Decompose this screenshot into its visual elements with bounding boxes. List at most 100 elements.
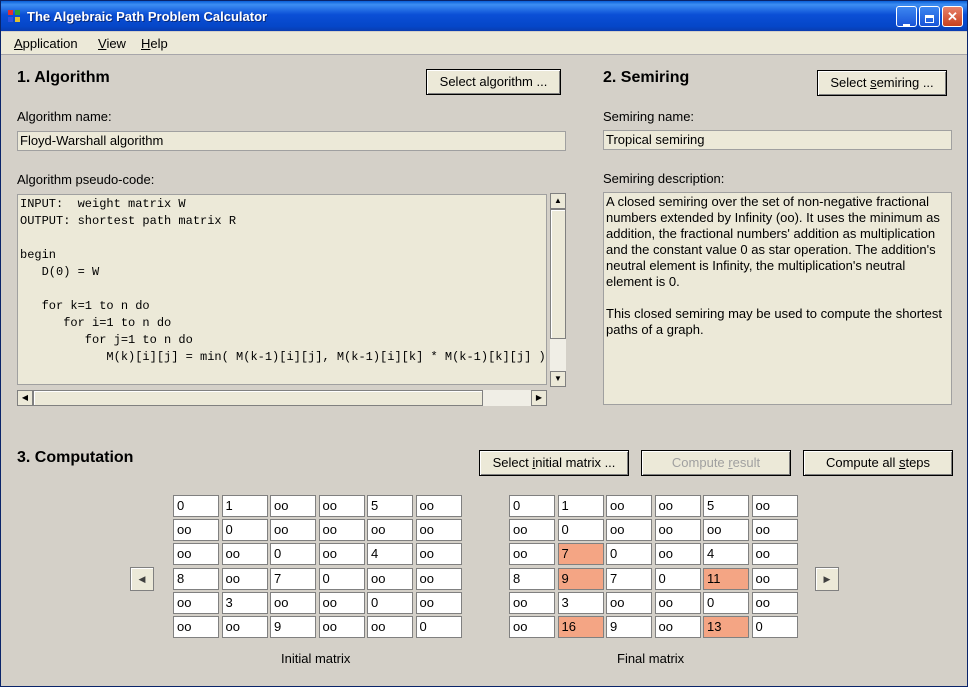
matrix-cell[interactable]: 11 [703,567,749,590]
matrix-cell[interactable]: 5 [703,495,749,517]
matrix-cell[interactable]: 7 [606,567,652,590]
scroll-up-arrow-icon[interactable]: ▲ [550,193,566,209]
matrix-cell[interactable]: oo [415,567,462,590]
matrix-cell[interactable]: oo [751,543,798,566]
matrix-cell[interactable]: oo [270,591,316,614]
vertical-scroll-thumb[interactable] [550,209,566,339]
previous-step-button[interactable]: ◀ [130,567,154,591]
matrix-cell[interactable]: oo [606,591,652,614]
matrix-cell[interactable]: 8 [173,567,219,590]
compute-all-steps-button[interactable]: Compute all steps [803,450,953,476]
matrix-cell[interactable]: oo [415,495,462,517]
matrix-cell[interactable]: 1 [221,495,268,517]
semiring-name-field[interactable]: Tropical semiring [603,130,952,150]
matrix-cell[interactable]: oo [654,519,701,542]
matrix-cell[interactable]: oo [367,519,413,542]
matrix-cell[interactable]: oo [703,519,749,542]
matrix-cell[interactable]: 0 [606,543,652,566]
matrix-cell[interactable]: oo [509,591,555,614]
matrix-cell[interactable]: oo [509,543,555,566]
matrix-cell[interactable]: 0 [703,591,749,614]
matrix-cell[interactable]: 8 [509,567,555,590]
matrix-cell[interactable]: oo [367,567,413,590]
matrix-cell[interactable]: 0 [415,616,462,638]
matrix-cell[interactable]: oo [654,591,701,614]
matrix-cell[interactable]: 0 [751,616,798,638]
matrix-cell[interactable]: 16 [557,616,604,638]
matrix-cell[interactable]: oo [318,519,365,542]
matrix-cell[interactable]: oo [751,519,798,542]
matrix-cell[interactable]: oo [173,616,219,638]
matrix-cell[interactable]: oo [751,567,798,590]
matrix-cell[interactable]: 4 [703,543,749,566]
matrix-cell[interactable]: 13 [703,616,749,638]
matrix-cell[interactable]: oo [221,567,268,590]
matrix-cell[interactable]: oo [173,591,219,614]
title-bar[interactable]: The Algebraic Path Problem Calculator ✕ [1,1,967,31]
matrix-cell[interactable]: 9 [557,567,604,590]
pseudocode-vertical-scrollbar[interactable]: ▲ ▼ [550,193,566,387]
close-icon: ✕ [947,9,958,24]
select-semiring-button[interactable]: Select semiring ... [817,70,947,96]
matrix-cell[interactable]: oo [509,616,555,638]
matrix-cell[interactable]: oo [509,519,555,542]
pseudocode-horizontal-scrollbar[interactable]: ◀ ▶ [17,390,547,406]
matrix-cell[interactable]: oo [654,495,701,517]
menu-view[interactable]: View [98,36,126,51]
matrix-cell[interactable]: 1 [557,495,604,517]
matrix-cell[interactable]: 9 [606,616,652,638]
matrix-cell[interactable]: oo [270,495,316,517]
menu-application[interactable]: Application [14,36,78,51]
matrix-cell[interactable]: oo [318,495,365,517]
matrix-cell[interactable]: oo [173,519,219,542]
matrix-cell[interactable]: oo [654,616,701,638]
matrix-cell[interactable]: 0 [654,567,701,590]
algorithm-name-field[interactable]: Floyd-Warshall algorithm [17,131,566,151]
minimize-button[interactable] [896,6,917,27]
matrix-cell[interactable]: 9 [270,616,316,638]
select-algorithm-button[interactable]: Select algorithm ... [426,69,561,95]
matrix-cell[interactable]: 0 [173,495,219,517]
scroll-left-arrow-icon[interactable]: ◀ [17,390,33,406]
matrix-cell[interactable]: 0 [270,543,316,566]
arrow-right-icon: ▶ [823,574,831,584]
matrix-cell[interactable]: oo [751,591,798,614]
matrix-cell[interactable]: 4 [367,543,413,566]
next-step-button[interactable]: ▶ [815,567,839,591]
close-button[interactable]: ✕ [942,6,963,27]
matrix-cell[interactable]: 7 [557,543,604,566]
matrix-cell[interactable]: oo [415,591,462,614]
matrix-cell[interactable]: oo [318,616,365,638]
matrix-cell[interactable]: oo [606,519,652,542]
scroll-down-arrow-icon[interactable]: ▼ [550,371,566,387]
matrix-cell[interactable]: oo [318,543,365,566]
semiring-description-area[interactable]: A closed semiring over the set of non-ne… [603,192,952,405]
matrix-cell[interactable]: 0 [367,591,413,614]
menu-help[interactable]: Help [141,36,168,51]
matrix-cell[interactable]: oo [173,543,219,566]
matrix-cell[interactable]: 0 [509,495,555,517]
matrix-cell[interactable]: oo [221,543,268,566]
matrix-cell[interactable]: oo [367,616,413,638]
matrix-cell[interactable]: oo [318,591,365,614]
matrix-cell[interactable]: oo [606,495,652,517]
matrix-cell[interactable]: 0 [221,519,268,542]
matrix-cell[interactable]: oo [415,543,462,566]
select-initial-matrix-button[interactable]: Select initial matrix ... [479,450,629,476]
horizontal-scroll-thumb[interactable] [33,390,483,406]
matrix-cell[interactable]: 0 [557,519,604,542]
matrix-cell[interactable]: 5 [367,495,413,517]
matrix-cell[interactable]: oo [221,616,268,638]
matrix-cell[interactable]: 3 [221,591,268,614]
matrix-cell[interactable]: 0 [318,567,365,590]
matrix-cell[interactable]: oo [415,519,462,542]
scroll-right-arrow-icon[interactable]: ▶ [531,390,547,406]
matrix-cell[interactable]: oo [654,543,701,566]
algorithm-pseudocode-area[interactable]: INPUT: weight matrix W OUTPUT: shortest … [17,194,547,385]
matrix-cell[interactable]: oo [270,519,316,542]
matrix-cell[interactable]: 3 [557,591,604,614]
compute-result-button[interactable]: Compute result [641,450,791,476]
matrix-cell[interactable]: 7 [270,567,316,590]
maximize-button[interactable] [919,6,940,27]
matrix-cell[interactable]: oo [751,495,798,517]
